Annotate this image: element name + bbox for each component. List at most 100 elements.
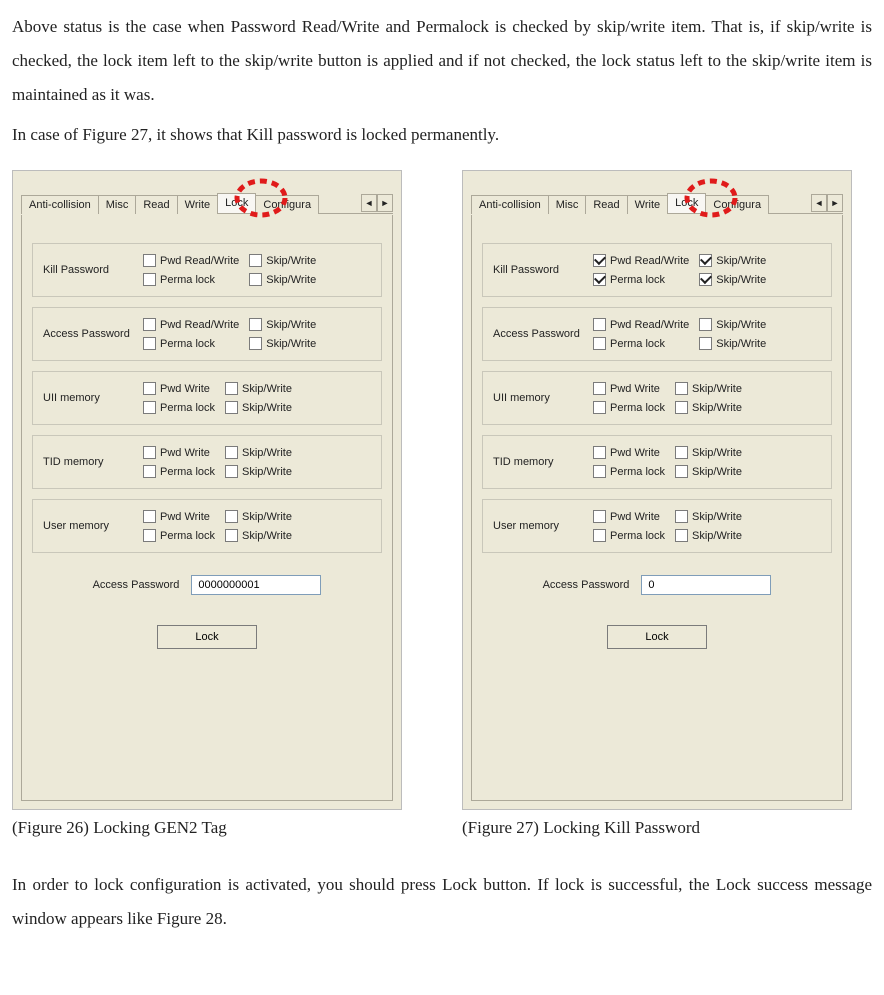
checkbox-skip-write[interactable] xyxy=(225,510,238,523)
check-label: Perma lock xyxy=(160,338,215,350)
checkbox-skip-write[interactable] xyxy=(249,254,262,267)
group-label: Kill Password xyxy=(43,264,143,276)
check-label: Perma lock xyxy=(610,466,665,478)
tab-misc[interactable]: Misc xyxy=(548,195,587,214)
checkbox-skip-write[interactable] xyxy=(699,254,712,267)
checkbox-perma-lock[interactable] xyxy=(593,401,606,414)
group-uii-memory: UII memory Pwd Write Perma lock Skip/Wri… xyxy=(32,371,382,425)
tab-scroll-left-icon[interactable]: ◄ xyxy=(811,194,827,212)
checkbox-skip-write[interactable] xyxy=(675,529,688,542)
checkbox-skip-write[interactable] xyxy=(249,273,262,286)
checkbox-pwd-write[interactable] xyxy=(593,382,606,395)
checkbox-perma-lock[interactable] xyxy=(143,465,156,478)
check-label: Skip/Write xyxy=(266,255,316,267)
check-label: Pwd Write xyxy=(610,511,660,523)
check-label: Skip/Write xyxy=(242,383,292,395)
checkbox-perma-lock[interactable] xyxy=(593,465,606,478)
tab-configuration[interactable]: Configura xyxy=(705,195,769,214)
checkbox-skip-write[interactable] xyxy=(225,465,238,478)
tab-write[interactable]: Write xyxy=(177,195,218,214)
checkbox-skip-write[interactable] xyxy=(675,510,688,523)
group-label: Access Password xyxy=(43,328,143,340)
body-paragraph-3: In order to lock configuration is activa… xyxy=(12,868,872,936)
check-label: Skip/Write xyxy=(266,338,316,350)
tab-configuration[interactable]: Configura xyxy=(255,195,319,214)
check-label: Perma lock xyxy=(610,274,665,286)
checkbox-perma-lock[interactable] xyxy=(143,273,156,286)
tab-scroll-right-icon[interactable]: ► xyxy=(827,194,843,212)
checkbox-skip-write[interactable] xyxy=(675,401,688,414)
check-label: Skip/Write xyxy=(716,319,766,331)
checkbox-pwd-readwrite[interactable] xyxy=(143,254,156,267)
check-label: Skip/Write xyxy=(242,466,292,478)
checkbox-perma-lock[interactable] xyxy=(593,337,606,350)
checkbox-pwd-write[interactable] xyxy=(143,382,156,395)
check-label: Pwd Read/Write xyxy=(610,255,689,267)
tab-scroll-right-icon[interactable]: ► xyxy=(377,194,393,212)
group-uii-memory: UII memory Pwd Write Perma lock Skip/Wri… xyxy=(482,371,832,425)
checkbox-skip-write[interactable] xyxy=(225,529,238,542)
body-paragraph-2: In case of Figure 27, it shows that Kill… xyxy=(12,118,872,152)
checkbox-perma-lock[interactable] xyxy=(593,273,606,286)
group-label: Access Password xyxy=(493,328,593,340)
check-label: Skip/Write xyxy=(692,402,742,414)
tab-scroll-left-icon[interactable]: ◄ xyxy=(361,194,377,212)
checkbox-pwd-write[interactable] xyxy=(143,446,156,459)
checkbox-pwd-write[interactable] xyxy=(143,510,156,523)
check-label: Skip/Write xyxy=(242,530,292,542)
checkbox-pwd-readwrite[interactable] xyxy=(593,254,606,267)
access-password-label: Access Password xyxy=(543,579,630,591)
check-label: Skip/Write xyxy=(716,274,766,286)
checkbox-pwd-readwrite[interactable] xyxy=(593,318,606,331)
checkbox-perma-lock[interactable] xyxy=(143,529,156,542)
check-label: Perma lock xyxy=(160,466,215,478)
check-label: Skip/Write xyxy=(692,530,742,542)
checkbox-skip-write[interactable] xyxy=(699,318,712,331)
group-user-memory: User memory Pwd Write Perma lock Skip/Wr… xyxy=(482,499,832,553)
tab-misc[interactable]: Misc xyxy=(98,195,137,214)
checkbox-pwd-readwrite[interactable] xyxy=(143,318,156,331)
check-label: Skip/Write xyxy=(692,511,742,523)
checkbox-skip-write[interactable] xyxy=(699,273,712,286)
checkbox-perma-lock[interactable] xyxy=(593,529,606,542)
checkbox-perma-lock[interactable] xyxy=(143,401,156,414)
body-paragraph-1: Above status is the case when Password R… xyxy=(12,10,872,112)
checkbox-pwd-write[interactable] xyxy=(593,510,606,523)
tab-read[interactable]: Read xyxy=(135,195,177,214)
checkbox-skip-write[interactable] xyxy=(675,465,688,478)
checkbox-skip-write[interactable] xyxy=(249,337,262,350)
check-label: Perma lock xyxy=(610,338,665,350)
check-label: Skip/Write xyxy=(266,274,316,286)
checkbox-skip-write[interactable] xyxy=(225,401,238,414)
check-label: Perma lock xyxy=(160,402,215,414)
check-label: Pwd Write xyxy=(160,511,210,523)
checkbox-skip-write[interactable] xyxy=(699,337,712,350)
tab-read[interactable]: Read xyxy=(585,195,627,214)
lock-button[interactable]: Lock xyxy=(607,625,707,649)
check-label: Skip/Write xyxy=(242,511,292,523)
checkbox-skip-write[interactable] xyxy=(675,382,688,395)
checkbox-skip-write[interactable] xyxy=(249,318,262,331)
tab-write[interactable]: Write xyxy=(627,195,668,214)
checkbox-skip-write[interactable] xyxy=(225,382,238,395)
figure-caption-26: (Figure 26) Locking GEN2 Tag xyxy=(12,818,402,838)
access-password-input[interactable] xyxy=(191,575,321,595)
tab-anti-collision[interactable]: Anti-collision xyxy=(471,195,549,214)
tab-anti-collision[interactable]: Anti-collision xyxy=(21,195,99,214)
check-label: Pwd Write xyxy=(610,383,660,395)
check-label: Pwd Read/Write xyxy=(160,255,239,267)
tab-lock[interactable]: Lock xyxy=(217,193,256,213)
group-label: User memory xyxy=(493,520,593,532)
checkbox-pwd-write[interactable] xyxy=(593,446,606,459)
check-label: Skip/Write xyxy=(242,402,292,414)
group-access-password: Access Password Pwd Read/Write Perma loc… xyxy=(32,307,382,361)
lock-button[interactable]: Lock xyxy=(157,625,257,649)
tab-lock[interactable]: Lock xyxy=(667,193,706,213)
access-password-input[interactable] xyxy=(641,575,771,595)
group-kill-password: Kill Password Pwd Read/Write Perma lock … xyxy=(482,243,832,297)
checkbox-skip-write[interactable] xyxy=(675,446,688,459)
checkbox-skip-write[interactable] xyxy=(225,446,238,459)
checkbox-perma-lock[interactable] xyxy=(143,337,156,350)
check-label: Skip/Write xyxy=(692,447,742,459)
panel-figure-26: Anti-collision Misc Read Write Lock Conf… xyxy=(12,170,402,810)
